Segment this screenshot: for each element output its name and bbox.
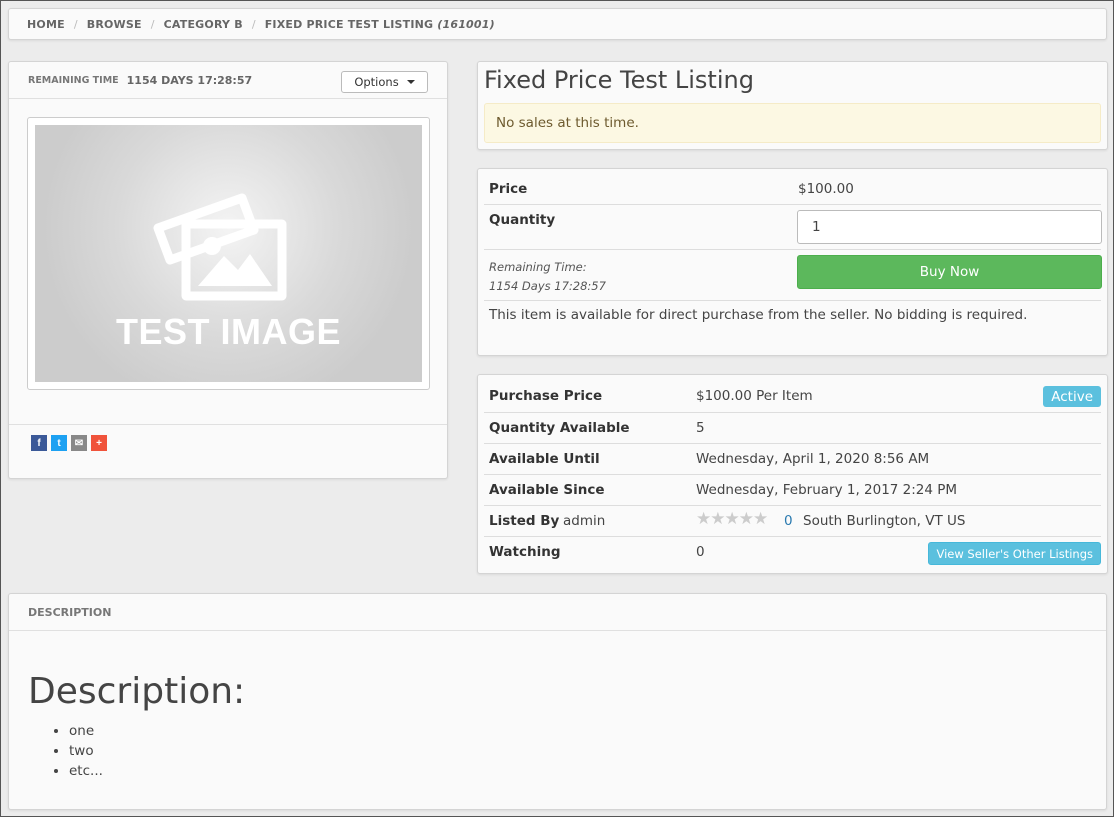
no-sales-alert: No sales at this time. [484, 103, 1101, 143]
watching-label: Watching [489, 544, 561, 560]
buy-now-button[interactable]: Buy Now [797, 255, 1102, 289]
breadcrumb-current: FIXED PRICE TEST LISTING [264, 17, 434, 31]
row-divider [484, 204, 1101, 205]
row-divider [484, 300, 1101, 301]
remaining-time-value: 1154 DAYS 17:28:57 [126, 73, 253, 87]
available-since-value: Wednesday, February 1, 2017 2:24 PM [696, 482, 958, 498]
image-placeholder-text: TEST IMAGE [115, 311, 341, 352]
purchase-price-value: $100.00 Per Item [696, 388, 813, 404]
caret-down-icon [406, 80, 415, 84]
description-panel: DESCRIPTION Description: one two etc... [8, 593, 1107, 810]
star-icon: ★ [738, 509, 754, 529]
remaining-time-caption: Remaining Time: [489, 260, 587, 274]
listed-by-label: Listed By [489, 513, 560, 529]
list-item: one [69, 721, 103, 741]
listing-image: TEST IMAGE [35, 125, 422, 382]
star-icon: ★ [724, 509, 740, 529]
remaining-time-info: Remaining Time: 1154 Days 17:28:57 [489, 258, 606, 296]
description-header: DESCRIPTION [9, 594, 1106, 631]
price-label: Price [489, 181, 528, 197]
details-panel: Purchase Price $100.00 Per Item Active Q… [477, 374, 1108, 574]
twitter-icon[interactable]: t [51, 435, 67, 451]
breadcrumb-separator: / [150, 17, 155, 31]
description-heading: Description: [28, 671, 246, 712]
title-panel: Fixed Price Test Listing No sales at thi… [477, 61, 1108, 150]
seller-rating-stars: ★ ★ ★ ★ ★ [696, 509, 769, 529]
breadcrumb-category[interactable]: CATEGORY B [164, 18, 243, 31]
facebook-icon[interactable]: f [31, 435, 47, 451]
direct-purchase-note: This item is available for direct purcha… [489, 307, 1028, 323]
available-until-label: Available Until [489, 451, 600, 467]
row-divider [484, 443, 1101, 444]
quantity-label: Quantity [489, 212, 556, 228]
options-label: Options [354, 75, 399, 89]
star-icon: ★ [753, 509, 769, 529]
remaining-time-label: REMAINING TIME [28, 74, 119, 86]
star-icon: ★ [696, 509, 712, 529]
breadcrumb: HOME / BROWSE / CATEGORY B / FIXED PRICE… [8, 8, 1107, 40]
breadcrumb-separator: / [73, 17, 78, 31]
options-dropdown-button[interactable]: Options [341, 71, 428, 93]
quantity-available-value: 5 [696, 420, 705, 436]
rating-count-link[interactable]: 0 [784, 513, 793, 529]
star-icon: ★ [710, 509, 726, 529]
list-item: etc... [69, 761, 103, 781]
available-until-value: Wednesday, April 1, 2020 8:56 AM [696, 451, 930, 467]
row-divider [484, 412, 1101, 413]
breadcrumb-browse[interactable]: BROWSE [87, 18, 142, 31]
breadcrumb-separator: / [251, 17, 256, 31]
remaining-time-countdown: 1154 Days 17:28:57 [489, 279, 606, 293]
seller-name-link[interactable]: admin [563, 513, 605, 529]
watching-value: 0 [696, 544, 705, 560]
row-divider [484, 505, 1101, 506]
listing-title: Fixed Price Test Listing [484, 66, 754, 94]
quantity-input[interactable] [797, 210, 1102, 244]
breadcrumb-home[interactable]: HOME [27, 18, 65, 31]
more-share-icon[interactable]: + [91, 435, 107, 451]
share-icons: f t ✉ + [31, 435, 107, 451]
list-item: two [69, 741, 103, 761]
row-divider [484, 536, 1101, 537]
seller-location: South Burlington, VT US [803, 513, 966, 529]
purchase-panel: Price $100.00 Quantity Remaining Time: 1… [477, 168, 1108, 356]
purchase-price-label: Purchase Price [489, 388, 603, 404]
view-seller-listings-button[interactable]: View Seller's Other Listings [928, 542, 1101, 565]
available-since-label: Available Since [489, 482, 605, 498]
share-divider [9, 424, 447, 425]
breadcrumb-listing-id: (161001) [437, 17, 495, 31]
row-divider [484, 474, 1101, 475]
description-list: one two etc... [69, 721, 103, 781]
photo-icon [153, 193, 287, 301]
status-badge: Active [1043, 386, 1101, 407]
listing-image-frame[interactable]: TEST IMAGE [27, 117, 430, 390]
image-panel: REMAINING TIME 1154 DAYS 17:28:57 Option… [8, 61, 448, 479]
email-icon[interactable]: ✉ [71, 435, 87, 451]
row-divider [484, 249, 1101, 250]
price-value: $100.00 [798, 181, 854, 197]
quantity-available-label: Quantity Available [489, 420, 630, 436]
